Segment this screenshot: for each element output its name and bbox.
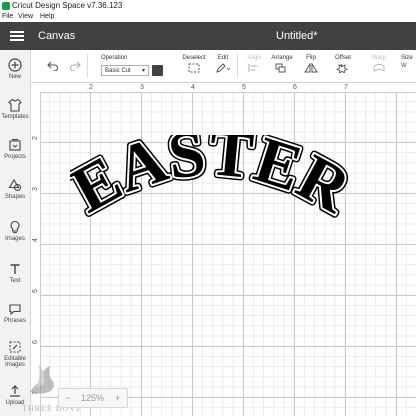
operation-select[interactable]: Basic Cut ▾ — [101, 65, 149, 76]
sidebar-item-phrases[interactable]: Phrases — [0, 302, 30, 324]
dove-logo-icon — [30, 364, 54, 394]
sidebar-item-new[interactable]: New — [0, 58, 30, 80]
zoom-control: − 125% + — [58, 388, 128, 408]
shirt-icon — [8, 98, 22, 112]
ruler-tick-label: 7 — [344, 84, 348, 91]
ruler-tick-label: 3 — [32, 187, 39, 191]
operation-color-swatch[interactable] — [152, 65, 163, 76]
arrange-icon — [275, 63, 289, 76]
size-width-field[interactable]: W — [401, 63, 413, 69]
flip-icon — [304, 62, 318, 76]
ruler-tick-label: 5 — [242, 84, 246, 91]
ruler-tick-label: 6 — [32, 340, 39, 344]
easter-text-design[interactable]: EASTER EASTER EASTER — [70, 135, 352, 235]
ruler-tick-label: 2 — [89, 84, 93, 91]
plus-circle-icon — [8, 58, 22, 72]
warp-icon — [373, 64, 385, 76]
text-icon — [8, 262, 22, 276]
undo-icon — [47, 61, 59, 74]
speech-bubble-icon — [8, 302, 22, 316]
sidebar-item-label: Templates — [1, 114, 29, 120]
sidebar-item-label: Projects — [4, 154, 26, 160]
edit-toolbar: Operation Basic Cut ▾ Deselect Edit Alig… — [31, 50, 416, 83]
edit-button[interactable]: Edit — [213, 55, 233, 77]
ruler-tick-label: 5 — [32, 289, 39, 293]
ruler-tick-label: 3 — [140, 84, 144, 91]
sidebar-item-templates[interactable]: Templates — [0, 98, 30, 120]
sidebar-item-text[interactable]: Text — [0, 262, 30, 284]
zoom-level: 125% — [81, 393, 105, 403]
flip-button[interactable]: Flip — [301, 55, 321, 77]
sidebar-item-projects[interactable]: Projects — [0, 138, 30, 160]
deselect-button[interactable]: Deselect — [181, 55, 207, 77]
cricut-app-icon — [2, 2, 10, 10]
hamburger-menu-icon[interactable] — [10, 31, 24, 41]
window-title-bar: Cricut Design Space v7.36.123 — [0, 0, 416, 12]
app-header: Canvas Untitled* — [0, 22, 416, 50]
align-icon — [248, 64, 260, 76]
ruler-tick-label: 2 — [32, 136, 39, 140]
top-ruler: 2 3 4 5 6 7 — [31, 83, 416, 93]
toolbar-divider — [237, 54, 238, 78]
arrange-button[interactable]: Arrange — [269, 55, 295, 77]
toolbar-divider — [87, 54, 88, 78]
projects-icon — [8, 138, 22, 152]
redo-button[interactable] — [69, 61, 81, 75]
align-button[interactable]: Align — [245, 55, 263, 77]
ruler-tick-label: 6 — [293, 84, 297, 91]
sidebar-item-images[interactable]: Images — [0, 220, 30, 242]
sidebar-item-shapes[interactable]: Shapes — [0, 178, 30, 200]
document-title[interactable]: Untitled* — [276, 22, 318, 50]
sidebar-item-label: Shapes — [4, 194, 26, 200]
sidebar-item-label: Images — [5, 236, 25, 242]
ruler-tick-label: 4 — [32, 238, 39, 242]
operation-label: Operation — [101, 55, 128, 61]
offset-button[interactable]: Offset — [331, 55, 355, 77]
deselect-icon — [188, 63, 200, 76]
size-control[interactable]: Size W — [401, 55, 413, 69]
menu-view[interactable]: View — [18, 12, 33, 22]
upload-icon — [8, 384, 22, 398]
zoom-out-button[interactable]: − — [65, 389, 70, 407]
warp-button[interactable]: Warp — [369, 55, 389, 77]
window-title: Cricut Design Space v7.36.123 — [12, 1, 123, 10]
ruler-tick-label: 4 — [191, 84, 195, 91]
sidebar-item-label: New — [8, 74, 21, 80]
redo-icon — [69, 61, 81, 74]
design-text-fill: EASTER — [70, 135, 352, 228]
chevron-down-icon: ▾ — [141, 68, 145, 74]
sidebar-item-label: Phrases — [3, 318, 26, 324]
pencil-icon — [216, 63, 231, 76]
editable-images-icon — [8, 340, 22, 354]
lightbulb-icon — [8, 220, 22, 234]
sidebar-item-label: Text — [9, 278, 21, 284]
undo-button[interactable] — [47, 61, 59, 75]
shapes-icon — [8, 178, 22, 192]
offset-icon — [335, 63, 350, 76]
menu-bar: File View Help — [0, 12, 416, 22]
menu-file[interactable]: File — [2, 12, 13, 22]
zoom-in-button[interactable]: + — [115, 389, 120, 407]
section-title: Canvas — [38, 30, 76, 42]
menu-help[interactable]: Help — [40, 12, 54, 22]
